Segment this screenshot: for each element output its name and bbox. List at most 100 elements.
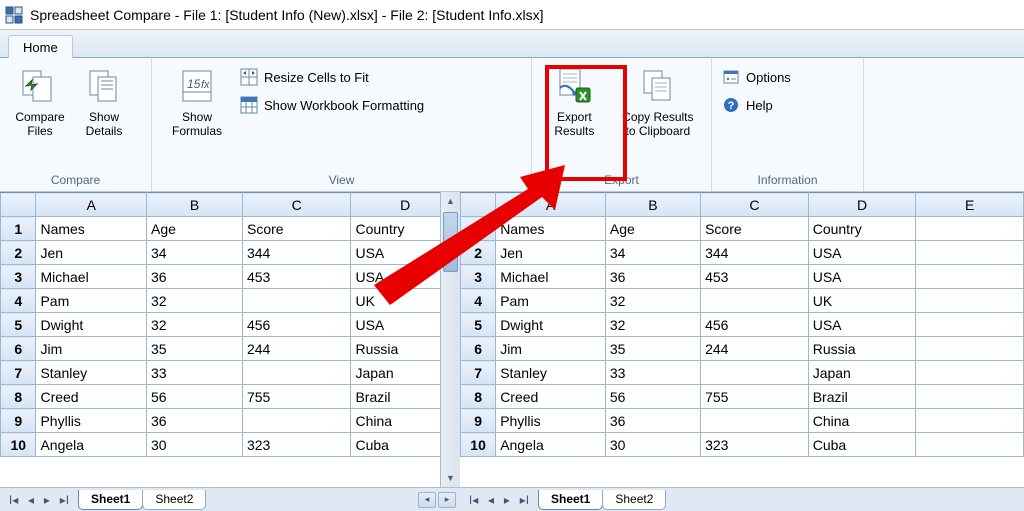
nav-next-icon[interactable]: ▸ [504, 493, 510, 507]
cell[interactable]: Jim [496, 337, 606, 361]
cell[interactable]: USA [808, 265, 916, 289]
export-results-button[interactable]: Export Results [538, 62, 611, 138]
cell[interactable]: USA [808, 313, 916, 337]
cell[interactable] [916, 313, 1024, 337]
options-button[interactable]: Options [718, 66, 795, 88]
cell[interactable]: 233 [701, 409, 809, 433]
cell[interactable]: Cuba [808, 433, 916, 457]
cell[interactable]: 32 [605, 313, 700, 337]
corner-cell[interactable] [1, 193, 36, 217]
cell[interactable]: 323 [701, 433, 809, 457]
cell[interactable] [916, 241, 1024, 265]
cell[interactable] [916, 337, 1024, 361]
tab-home[interactable]: Home [8, 35, 73, 58]
row-header[interactable]: 6 [1, 337, 36, 361]
nav-last-icon[interactable]: ▸I [520, 493, 529, 507]
cell[interactable]: 323 [242, 433, 350, 457]
cell[interactable] [916, 289, 1024, 313]
row-header[interactable]: 3 [1, 265, 36, 289]
cell[interactable]: Score [701, 217, 809, 241]
cell[interactable]: Angela [496, 433, 606, 457]
cell[interactable]: 36 [605, 265, 700, 289]
cell[interactable]: 456 [701, 313, 809, 337]
cell[interactable]: 33 [605, 361, 700, 385]
row-header[interactable]: 10 [461, 433, 496, 457]
row-header[interactable]: 5 [1, 313, 36, 337]
nav-prev-icon[interactable]: ◂ [28, 493, 34, 507]
cell[interactable]: 344 [242, 241, 350, 265]
cell[interactable]: Dwight [36, 313, 147, 337]
row-header[interactable]: 9 [461, 409, 496, 433]
row-header[interactable]: 5 [461, 313, 496, 337]
col-header-E[interactable]: E [916, 193, 1024, 217]
cell[interactable]: 36 [147, 265, 243, 289]
cell[interactable]: Age [605, 217, 700, 241]
cell[interactable]: Pam [36, 289, 147, 313]
cell[interactable]: Brazil [808, 385, 916, 409]
col-header-B[interactable]: B [605, 193, 700, 217]
col-header-A[interactable]: A [36, 193, 147, 217]
col-header-D[interactable]: D [808, 193, 916, 217]
help-button[interactable]: ? Help [718, 94, 795, 116]
cell[interactable]: UK [808, 289, 916, 313]
cell[interactable]: Michael [36, 265, 147, 289]
hscroll-left-icon[interactable]: ◂ [418, 492, 436, 508]
cell[interactable] [916, 361, 1024, 385]
cell[interactable]: Phyllis [36, 409, 147, 433]
cell[interactable]: Country [808, 217, 916, 241]
cell[interactable]: Phyllis [496, 409, 606, 433]
cell[interactable]: 533 [242, 361, 350, 385]
cell[interactable]: Stanley [36, 361, 147, 385]
row-header[interactable]: 8 [1, 385, 36, 409]
cell[interactable]: Creed [36, 385, 147, 409]
compare-files-button[interactable]: Compare Files [6, 62, 74, 138]
cell[interactable]: 34 [605, 241, 700, 265]
row-header[interactable]: 2 [1, 241, 36, 265]
cell[interactable]: Creed [496, 385, 606, 409]
row-header[interactable]: 9 [1, 409, 36, 433]
cell[interactable]: 755 [701, 385, 809, 409]
copy-results-button[interactable]: Copy Results to Clipboard [611, 62, 705, 138]
cell[interactable]: Age [147, 217, 243, 241]
cell[interactable]: 32 [147, 313, 243, 337]
cell[interactable]: Russia [808, 337, 916, 361]
cell[interactable]: 33 [147, 361, 243, 385]
row-header[interactable]: 4 [1, 289, 36, 313]
cell[interactable]: 56 [605, 385, 700, 409]
cell[interactable]: 56 [147, 385, 243, 409]
cell[interactable]: Angela [36, 433, 147, 457]
cell[interactable]: Jen [36, 241, 147, 265]
row-header[interactable]: 7 [1, 361, 36, 385]
resize-cells-button[interactable]: Resize Cells to Fit [236, 66, 428, 88]
cell[interactable]: Score [242, 217, 350, 241]
cell[interactable]: China [808, 409, 916, 433]
cell[interactable]: 30 [147, 433, 243, 457]
cell[interactable]: 344 [701, 241, 809, 265]
col-header-C[interactable]: C [701, 193, 809, 217]
cell[interactable] [916, 385, 1024, 409]
show-workbook-formatting-button[interactable]: Show Workbook Formatting [236, 94, 428, 116]
cell[interactable]: 34 [147, 241, 243, 265]
cell[interactable] [916, 265, 1024, 289]
row-header[interactable]: 8 [461, 385, 496, 409]
cell[interactable]: 244 [701, 337, 809, 361]
cell[interactable]: 234 [701, 289, 809, 313]
cell[interactable]: 35 [605, 337, 700, 361]
cell[interactable] [916, 217, 1024, 241]
sheet-tab-sheet1[interactable]: Sheet1 [78, 490, 143, 510]
sheet-tab-sheet1[interactable]: Sheet1 [538, 490, 603, 510]
scroll-down-icon[interactable]: ▼ [441, 469, 460, 487]
cell[interactable]: 36 [605, 409, 700, 433]
cell[interactable]: Names [36, 217, 147, 241]
cell[interactable]: Dwight [496, 313, 606, 337]
sheet-tab-sheet2[interactable]: Sheet2 [602, 490, 666, 510]
cell[interactable]: 346 [242, 289, 350, 313]
nav-last-icon[interactable]: ▸I [60, 493, 69, 507]
sheet-tab-sheet2[interactable]: Sheet2 [142, 490, 206, 510]
cell[interactable]: USA [808, 241, 916, 265]
cell[interactable]: 30 [605, 433, 700, 457]
col-header-B[interactable]: B [147, 193, 243, 217]
show-formulas-button[interactable]: 15fx Show Formulas [158, 62, 236, 138]
cell[interactable]: 32 [147, 289, 243, 313]
nav-first-icon[interactable]: I◂ [469, 493, 478, 507]
